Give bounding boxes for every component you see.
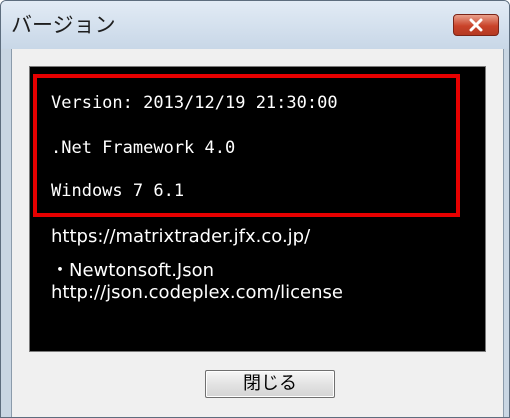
close-button[interactable]: 閉じる bbox=[205, 370, 335, 398]
version-dialog: バージョン Version: 2013/12/19 21:30:00 .Net … bbox=[0, 0, 510, 418]
close-icon bbox=[469, 18, 483, 32]
version-info-panel: Version: 2013/12/19 21:30:00 .Net Framew… bbox=[29, 66, 486, 352]
window-title: バージョン bbox=[11, 13, 116, 37]
framework-text: .Net Framework 4.0 bbox=[51, 138, 236, 158]
website-url-text: https://matrixtrader.jfx.co.jp/ bbox=[51, 226, 311, 247]
library-name-text: ・Newtonsoft.Json bbox=[51, 260, 215, 281]
library-credit: ・Newtonsoft.Json http://json.codeplex.co… bbox=[51, 260, 343, 304]
os-text: Windows 7 6.1 bbox=[51, 181, 185, 201]
library-license-url-text: http://json.codeplex.com/license bbox=[51, 282, 343, 303]
version-text: Version: 2013/12/19 21:30:00 bbox=[51, 93, 338, 113]
title-bar[interactable]: バージョン bbox=[1, 1, 509, 49]
window-close-button[interactable] bbox=[453, 14, 499, 36]
dialog-content: Version: 2013/12/19 21:30:00 .Net Framew… bbox=[11, 49, 504, 417]
